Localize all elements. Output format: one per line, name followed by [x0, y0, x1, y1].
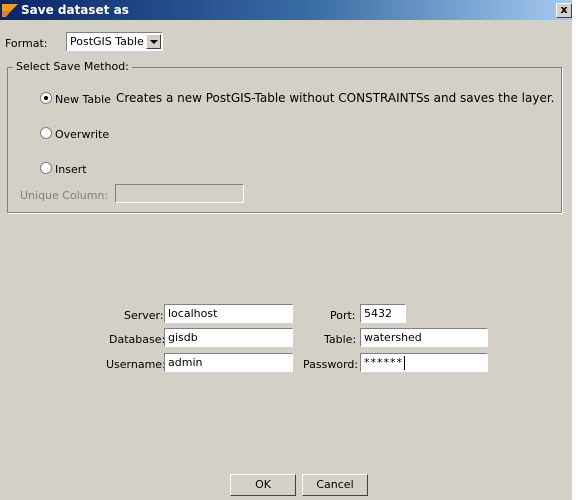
format-label: Format: [5, 37, 48, 50]
unique-column-label: Unique Column: [20, 189, 109, 202]
database-field[interactable]: gisdb [164, 328, 293, 347]
insert-radio[interactable] [40, 162, 52, 174]
password-field[interactable]: ****** [360, 353, 488, 372]
port-field[interactable]: 5432 [360, 304, 406, 323]
close-button[interactable]: x [556, 3, 572, 18]
text-caret [404, 356, 405, 370]
new-table-description: Creates a new PostGIS-Table without CONS… [116, 91, 555, 105]
server-label: Server: [124, 309, 164, 322]
ok-button[interactable]: OK [230, 474, 296, 496]
table-label: Table: [324, 333, 357, 346]
password-value: ****** [364, 356, 403, 369]
format-select-value: PostGIS Table [70, 35, 144, 48]
table-field[interactable]: watershed [360, 328, 488, 347]
port-value: 5432 [364, 307, 392, 320]
table-value: watershed [364, 331, 422, 344]
username-field[interactable]: admin [164, 353, 293, 372]
insert-label[interactable]: Insert [55, 163, 87, 176]
format-select[interactable]: PostGIS Table [66, 32, 163, 51]
database-label: Database: [109, 333, 166, 346]
new-table-label[interactable]: New Table [55, 93, 111, 106]
unique-column-field [115, 184, 244, 203]
server-field[interactable]: localhost [164, 304, 293, 323]
password-label: Password: [303, 358, 359, 371]
new-table-radio[interactable] [40, 92, 52, 104]
database-value: gisdb [168, 331, 198, 344]
app-logo-icon [2, 4, 18, 17]
save-dataset-dialog: Save dataset as x Format: PostGIS Table … [0, 0, 573, 500]
overwrite-label[interactable]: Overwrite [55, 128, 109, 141]
overwrite-radio[interactable] [40, 127, 52, 139]
server-value: localhost [168, 307, 218, 320]
chevron-down-icon[interactable] [146, 34, 161, 49]
save-method-title: Select Save Method: [13, 60, 132, 73]
port-label: Port: [330, 309, 356, 322]
username-value: admin [168, 356, 203, 369]
cancel-button[interactable]: Cancel [302, 474, 368, 496]
username-label: Username: [106, 358, 166, 371]
title-bar[interactable]: Save dataset as x [0, 0, 572, 20]
window-title: Save dataset as [21, 3, 129, 17]
